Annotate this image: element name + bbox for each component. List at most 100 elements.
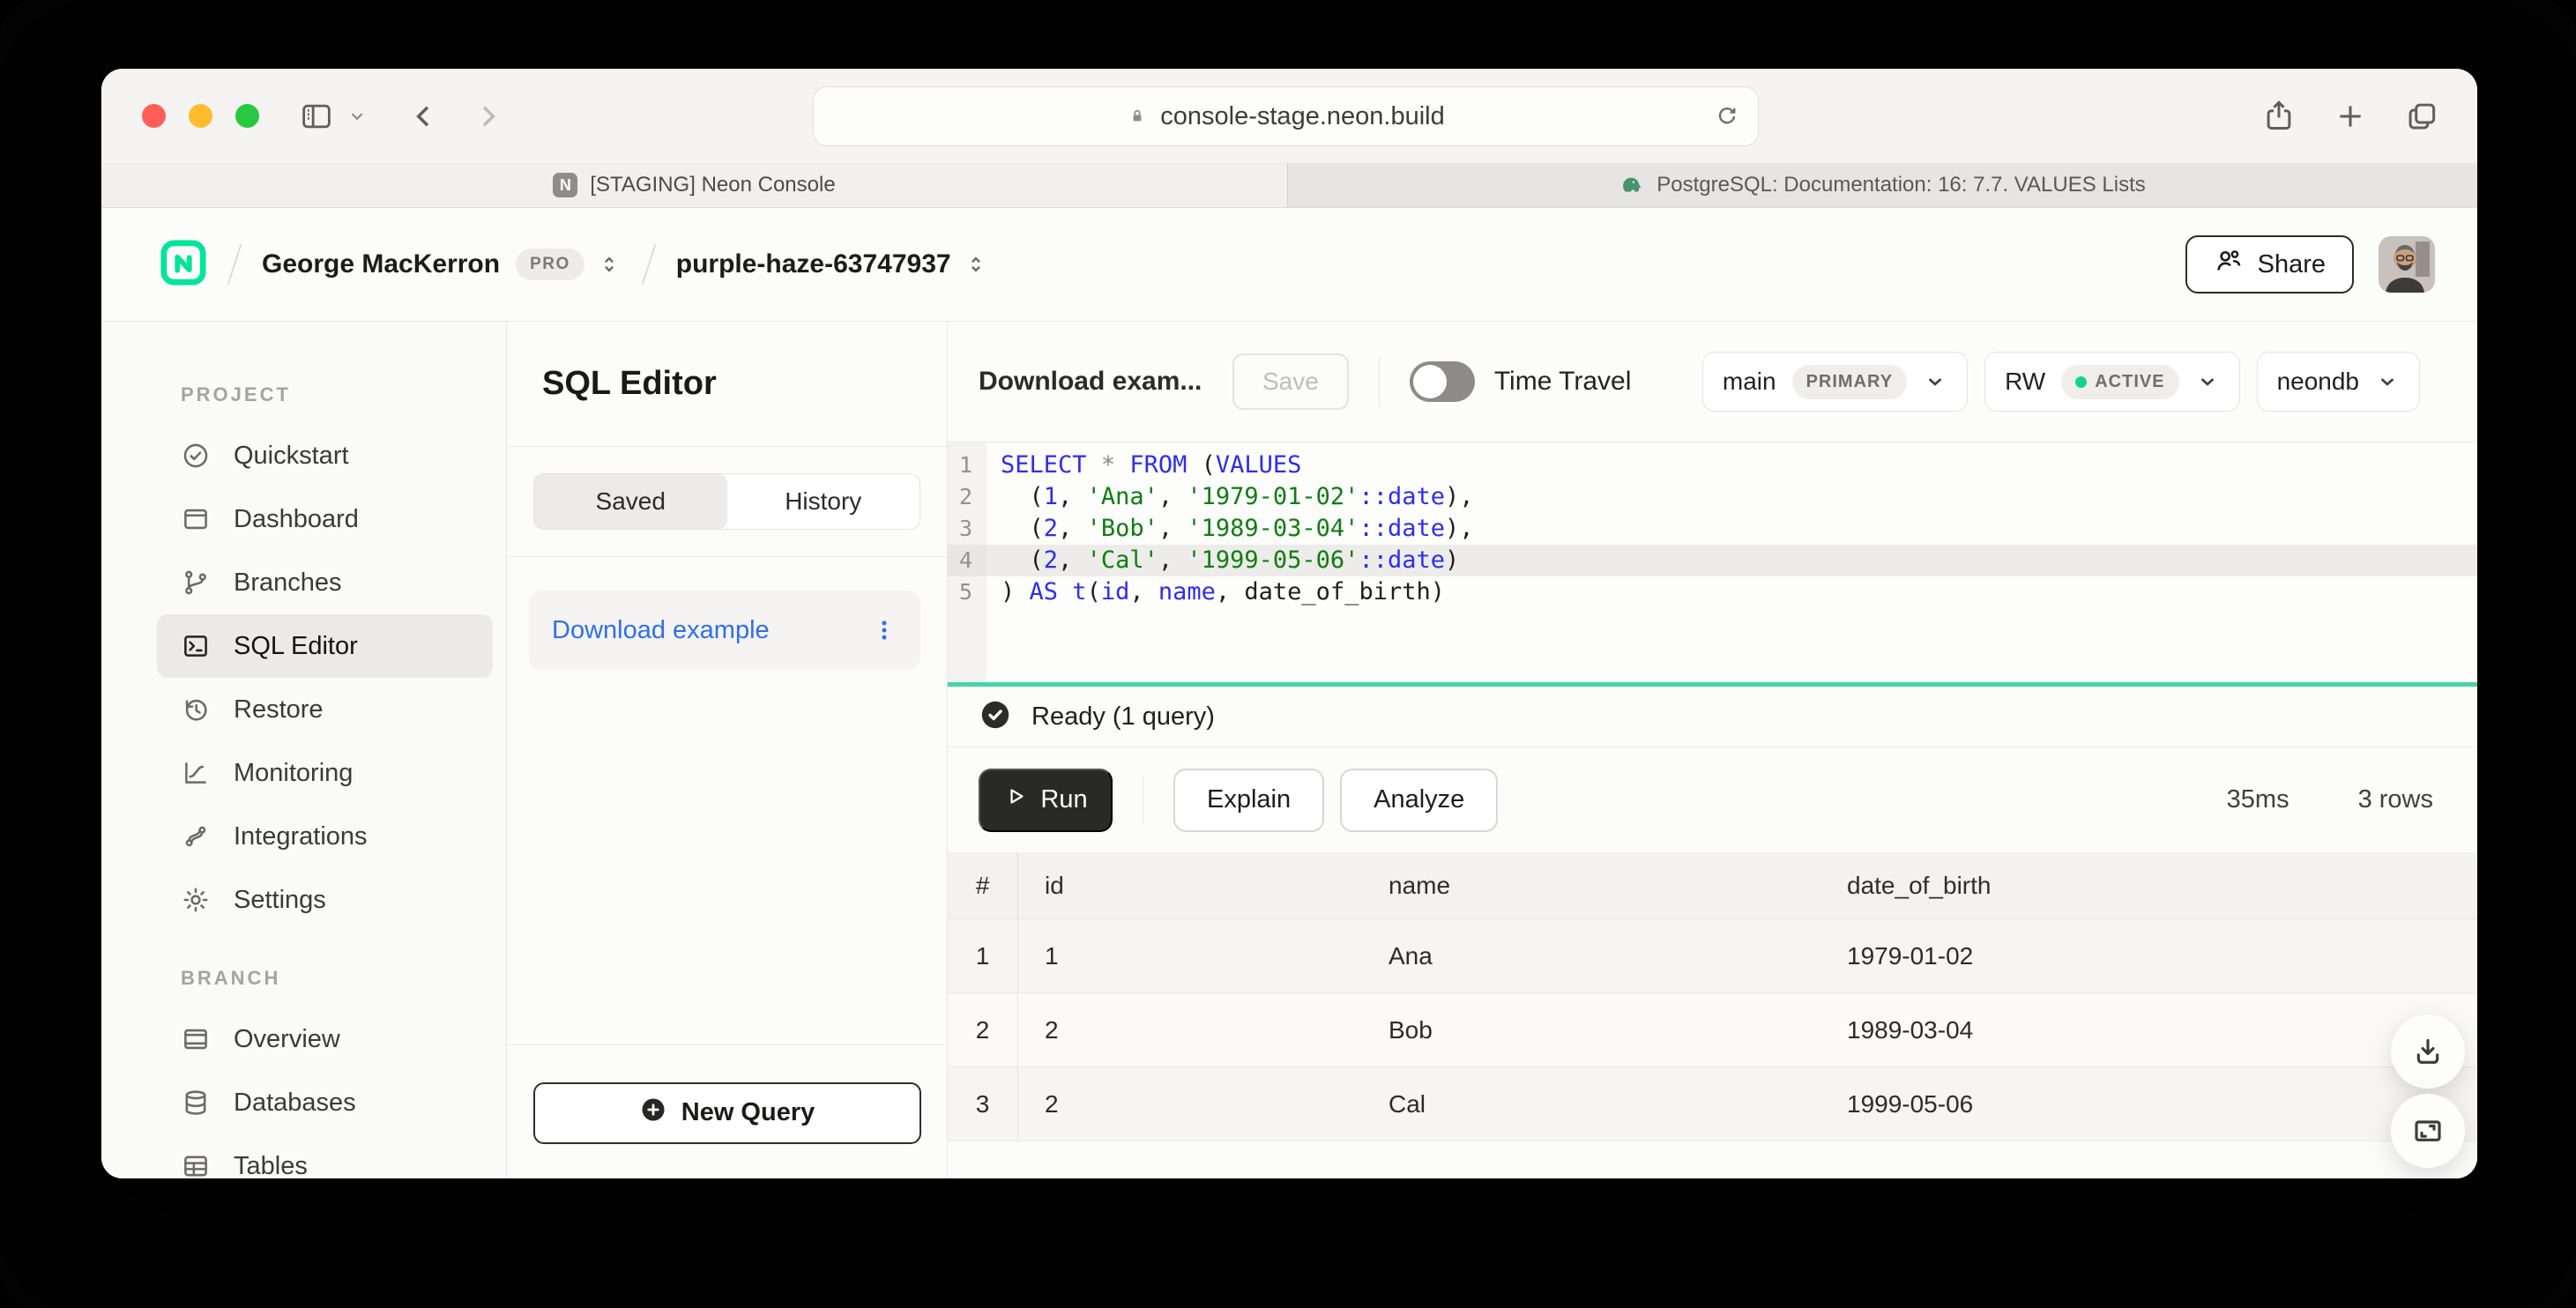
page-title: SQL Editor [507,322,947,447]
compute-active-badge: ACTIVE [2061,365,2178,399]
row-index: 3 [948,1067,1018,1141]
back-button[interactable] [407,100,441,133]
breadcrumb-project-name[interactable]: purple-haze-63747937 [676,249,951,279]
table-row[interactable]: 22Bob1989-03-04 [948,993,2477,1067]
result-row-count: 3 rows [2358,785,2433,814]
desktop-background: console-stage.neon.build N [STAGING] Neo… [0,0,2576,1308]
saved-query-item[interactable]: Download example [529,591,920,670]
address-bar[interactable]: console-stage.neon.build [813,86,1759,146]
code-line[interactable]: 3 (2, 'Bob', '1989-03-04'::date), [948,513,2477,545]
chevron-down-icon[interactable] [347,107,367,126]
analyze-button[interactable]: Analyze [1340,769,1498,832]
sidebar-item-restore[interactable]: Restore [157,678,493,741]
saved-query-link[interactable]: Download example [552,616,770,645]
compute-select[interactable]: RW ACTIVE [1984,352,2240,412]
project-selector-icon[interactable] [964,252,988,277]
app-header: George MacKerron PRO purple-haze-6374793… [101,208,2477,322]
tab-history[interactable]: History [727,474,920,529]
sql-code-editor[interactable]: 1SELECT * FROM (VALUES2 (1, 'Ana', '1979… [948,442,2477,682]
sidebar-item-label: Overview [234,1025,340,1054]
restore-icon [181,695,211,725]
reload-icon[interactable] [1714,103,1740,130]
row-index: 2 [948,993,1018,1066]
branches-icon [181,568,211,598]
safari-sidebar-icon[interactable] [298,98,335,135]
toolbar-divider [1379,357,1380,406]
database-select-value: neondb [2277,368,2359,396]
overview-icon [181,1024,211,1054]
code-lines: 1SELECT * FROM (VALUES2 (1, 'Ana', '1979… [948,450,2477,608]
sidebar-item-overview[interactable]: Overview [157,1007,493,1071]
ready-check-icon [979,698,1012,736]
settings-icon [181,885,211,915]
compute-select-value: RW [2005,368,2045,396]
line-number: 2 [948,481,986,513]
sidebar-item-settings[interactable]: Settings [157,868,493,932]
org-selector-icon[interactable] [597,252,622,277]
dashboard-icon [181,504,211,534]
sidebar-item-quickstart[interactable]: Quickstart [157,424,493,487]
code-line[interactable]: 1SELECT * FROM (VALUES [948,450,2477,481]
database-select[interactable]: neondb [2257,352,2420,412]
databases-icon [181,1088,211,1118]
sidebar-item-sql-editor[interactable]: SQL Editor [157,614,493,678]
new-query-label: New Query [681,1098,815,1127]
zoom-window-button[interactable] [235,104,259,128]
tab-neon-console[interactable]: N [STAGING] Neon Console [101,163,1287,207]
branch-select[interactable]: main PRIMARY [1702,352,1968,412]
new-tab-icon[interactable] [2333,98,2368,135]
download-results-button[interactable] [2391,1014,2465,1089]
sidebar-item-tables[interactable]: Tables [157,1134,493,1178]
sidebar-item-monitoring[interactable]: Monitoring [157,741,493,805]
line-number: 5 [948,576,986,608]
close-window-button[interactable] [142,104,166,128]
active-status-dot [2075,376,2087,388]
query-status-row: Ready (1 query) [948,687,2477,747]
sidebar-item-label: Restore [234,695,324,725]
new-query-button[interactable]: New Query [533,1082,921,1144]
sidebar-item-label: Databases [234,1089,356,1118]
code-line[interactable]: 4 (2, 'Cal', '1999-05-06'::date) [948,545,2477,576]
saved-queries-list: Download example [507,557,947,670]
sidebar-item-branches[interactable]: Branches [157,551,493,614]
save-button[interactable]: Save [1232,353,1349,410]
postgresql-elephant-icon [1619,173,1644,197]
results-header-row: #idnamedate_of_birth [948,852,2477,919]
minimize-window-button[interactable] [189,104,212,128]
cell-name: Cal [1362,1090,1820,1118]
forward-button[interactable] [471,100,504,133]
neon-logo-icon[interactable] [160,239,207,291]
traffic-lights [142,104,259,128]
browser-titlebar: console-stage.neon.build [101,69,2477,163]
tab-postgresql-docs[interactable]: PostgreSQL: Documentation: 16: 7.7. VALU… [1287,163,2477,207]
org-plan-badge: PRO [516,249,584,280]
breadcrumb-org-name[interactable]: George MacKerron [262,249,500,279]
run-button-label: Run [1040,785,1087,814]
expand-results-button[interactable] [2391,1094,2465,1168]
sidebar-item-label: Tables [234,1152,308,1179]
sidebar-item-dashboard[interactable]: Dashboard [157,487,493,551]
branch-primary-badge: PRIMARY [1792,365,1907,399]
time-travel-toggle[interactable] [1410,361,1475,402]
share-page-icon[interactable] [2260,98,2297,135]
share-button[interactable]: Share [2185,235,2354,294]
tab-saved[interactable]: Saved [534,474,727,529]
sidebar-item-databases[interactable]: Databases [157,1071,493,1134]
sidebar-item-integrations[interactable]: Integrations [157,805,493,868]
panel-footer: New Query [507,1044,947,1178]
query-actions-row: Run Explain Analyze 35ms 3 rows [948,747,2477,852]
table-row[interactable]: 32Cal1999-05-06 [948,1067,2477,1141]
user-avatar[interactable] [2379,236,2435,293]
cell-name: Ana [1362,942,1820,970]
saved-history-tabs: SavedHistory [533,473,920,530]
code-line[interactable]: 5) AS t(id, name, date_of_birth) [948,576,2477,608]
query-title: Download exam... [979,367,1232,397]
table-row[interactable]: 11Ana1979-01-02 [948,919,2477,993]
code-line[interactable]: 2 (1, 'Ana', '1979-01-02'::date), [948,481,2477,513]
tab-overview-icon[interactable] [2403,98,2440,135]
tab-title: [STAGING] Neon Console [590,173,835,197]
explain-button[interactable]: Explain [1173,769,1324,832]
code-text: (2, 'Bob', '1989-03-04'::date), [986,513,2477,545]
kebab-menu-icon[interactable] [871,617,897,643]
run-button[interactable]: Run [979,769,1113,832]
